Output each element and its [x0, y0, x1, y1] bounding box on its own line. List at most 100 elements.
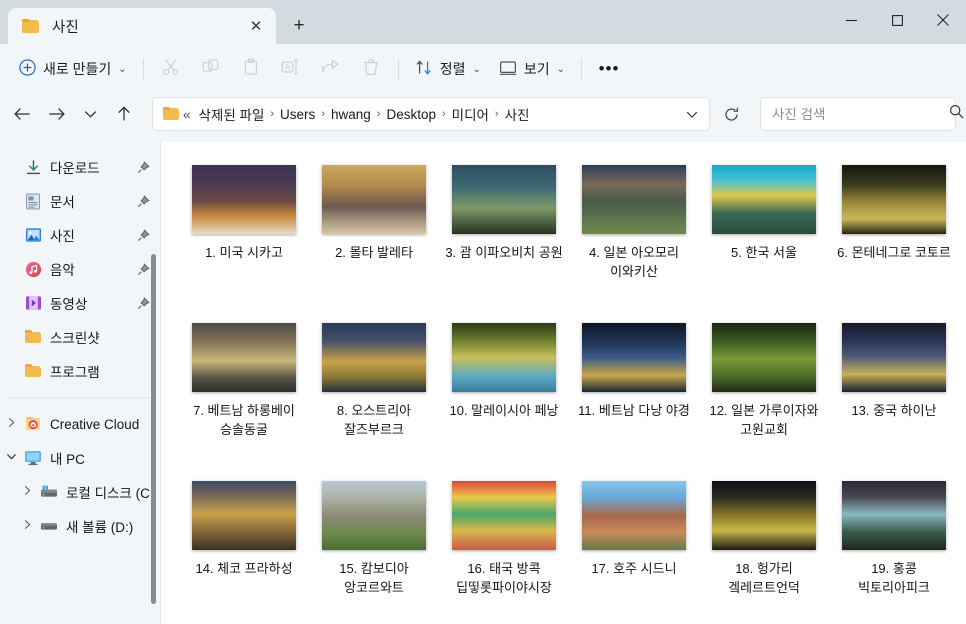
file-list-view[interactable]: 1. 미국 시카고 2. 몰타 발레타 3. 괌 이파오비치 공원 4. 일본 아오모…	[161, 142, 966, 624]
photo-thumbnail	[322, 480, 426, 550]
file-name-label: 12. 일본 가루이자와 고원교회	[709, 403, 819, 437]
creative-cloud-icon	[22, 416, 44, 432]
file-item[interactable]: 7. 베트남 하롱베이 승솔동굴	[179, 314, 309, 472]
sidebar-item-4[interactable]: 새 볼륨 (D:)	[0, 509, 160, 543]
breadcrumb-item-2[interactable]: hwang	[326, 104, 376, 125]
breadcrumb-bar[interactable]: « 삭제된 파일 › Users › hwang › Desktop › 미디어…	[152, 97, 710, 131]
sidebar-item-1[interactable]: Creative Cloud	[0, 407, 160, 441]
file-name-label: 11. 베트남 다낭 야경	[578, 403, 690, 418]
file-item[interactable]: 18. 헝가리 겤레르트언덕	[699, 472, 829, 624]
breadcrumb-item-4[interactable]: 미디어	[447, 101, 494, 127]
sidebar-item-5[interactable]: 동영상	[0, 286, 160, 320]
sidebar-scrollbar[interactable]	[150, 142, 158, 624]
chevron-down-icon[interactable]	[0, 452, 22, 464]
minimize-button[interactable]	[828, 0, 874, 40]
breadcrumb-item-1[interactable]: Users	[275, 104, 320, 125]
tab-photos[interactable]: 사진 ✕	[8, 8, 276, 44]
close-button[interactable]	[920, 0, 966, 40]
sidebar-item-2[interactable]: 내 PC	[0, 441, 160, 475]
chevron-right-icon[interactable]	[0, 417, 22, 431]
sidebar-item-label: Creative Cloud	[50, 416, 140, 432]
forward-button[interactable]	[40, 98, 72, 130]
sidebar-item-4[interactable]: 음악	[0, 252, 160, 286]
view-button[interactable]: 보기 ⌄	[490, 52, 574, 86]
breadcrumb-item-0[interactable]: 삭제된 파일	[194, 101, 270, 127]
file-grid: 1. 미국 시카고 2. 몰타 발레타 3. 괌 이파오비치 공원 4. 일본 아오모…	[179, 156, 966, 624]
file-name-label: 15. 캄보디아 앙코르와트	[339, 561, 409, 595]
recent-locations-button[interactable]	[74, 98, 106, 130]
cut-button[interactable]	[151, 52, 191, 86]
maximize-button[interactable]	[874, 0, 920, 40]
file-name-label: 14. 체코 프라하성	[195, 561, 293, 576]
file-item[interactable]: 1. 미국 시카고	[179, 156, 309, 314]
see-more-button[interactable]: •••	[589, 52, 629, 86]
breadcrumb-overflow[interactable]: «	[180, 104, 194, 125]
close-tab-icon[interactable]: ✕	[242, 12, 270, 40]
new-tab-button[interactable]: +	[282, 9, 316, 43]
sidebar-item-7[interactable]: 프로그램	[0, 354, 160, 388]
new-button[interactable]: 새로 만들기 ⌄	[10, 52, 136, 86]
thumbnail-wrapper	[712, 480, 816, 550]
breadcrumb-separator-icon: ›	[494, 108, 499, 120]
breadcrumb-item-3[interactable]: Desktop	[381, 104, 441, 125]
search-box[interactable]	[760, 97, 964, 131]
sidebar-item-label: 음악	[50, 263, 75, 278]
sidebar-item-3[interactable]: 사진	[0, 218, 160, 252]
file-name-label: 19. 홍콩 빅토리아피크	[858, 561, 930, 595]
sidebar-item-label: 새 볼륨 (D:)	[66, 520, 134, 535]
search-input[interactable]	[772, 106, 949, 122]
thumbnail-wrapper	[582, 480, 686, 550]
chevron-right-icon[interactable]	[16, 485, 38, 499]
file-item[interactable]: 13. 중국 하이난	[829, 314, 959, 472]
up-button[interactable]	[108, 98, 140, 130]
sidebar-scrollbar-thumb[interactable]	[151, 254, 156, 604]
breadcrumb-item-5[interactable]: 사진	[500, 101, 535, 127]
share-button[interactable]	[311, 52, 351, 86]
breadcrumb-separator-icon: ›	[441, 108, 446, 120]
file-item[interactable]: 11. 베트남 다낭 야경	[569, 314, 699, 472]
sidebar-item-1[interactable]: 다운로드	[0, 150, 160, 184]
copy-button[interactable]	[191, 52, 231, 86]
sidebar-item-3[interactable]: 로컬 디스크 (C	[0, 475, 160, 509]
paste-button[interactable]	[231, 52, 271, 86]
file-item[interactable]: 8. 오스트리아 잘즈부르크	[309, 314, 439, 472]
file-item[interactable]: 6. 몬테네그로 코토르	[829, 156, 959, 314]
file-name-label: 3. 괌 이파오비치 공원	[445, 245, 563, 260]
chevron-right-icon[interactable]	[16, 519, 38, 533]
sidebar-item-2[interactable]: 문서	[0, 184, 160, 218]
photo-thumbnail	[842, 480, 946, 550]
breadcrumb-dropdown-icon[interactable]	[679, 100, 705, 128]
file-item[interactable]: 17. 호주 시드니	[569, 472, 699, 624]
navigation-pane[interactable]: 다운로드 문서 사진 음악 동영상 스크린샷 프로그램 Creative Clo…	[0, 142, 160, 624]
search-icon[interactable]	[949, 104, 964, 124]
file-item[interactable]: 15. 캄보디아 앙코르와트	[309, 472, 439, 624]
file-item[interactable]: 5. 한국 서울	[699, 156, 829, 314]
folder-icon	[22, 18, 40, 34]
thumbnail-wrapper	[712, 322, 816, 392]
file-item[interactable]: 19. 홍콩 빅토리아피크	[829, 472, 959, 624]
sidebar-item-6[interactable]: 스크린샷	[0, 320, 160, 354]
file-item[interactable]: 14. 체코 프라하성	[179, 472, 309, 624]
back-button[interactable]	[6, 98, 38, 130]
window-controls	[828, 0, 966, 40]
delete-button[interactable]	[351, 52, 391, 86]
documents-icon	[22, 193, 44, 210]
file-name-label: 17. 호주 시드니	[591, 561, 677, 576]
photo-thumbnail	[452, 164, 556, 234]
file-item[interactable]: 2. 몰타 발레타	[309, 156, 439, 314]
thumbnail-wrapper	[842, 322, 946, 392]
file-item[interactable]: 4. 일본 아오모리 이와키산	[569, 156, 699, 314]
file-item[interactable]: 12. 일본 가루이자와 고원교회	[699, 314, 829, 472]
folder-icon	[163, 107, 180, 121]
thumbnail-wrapper	[452, 480, 556, 550]
photo-thumbnail	[712, 322, 816, 392]
refresh-button[interactable]	[716, 98, 746, 130]
file-item[interactable]: 3. 괌 이파오비치 공원	[439, 156, 569, 314]
file-item[interactable]: 10. 말레이시아 페낭	[439, 314, 569, 472]
sort-button[interactable]: 정렬 ⌄	[406, 52, 490, 86]
file-item[interactable]: 16. 태국 방콕 딥띻롯파이야시장	[439, 472, 569, 624]
navigation-divider	[8, 397, 150, 398]
rename-icon: A	[281, 58, 300, 81]
rename-button[interactable]: A	[271, 52, 311, 86]
thumbnail-wrapper	[322, 164, 426, 234]
